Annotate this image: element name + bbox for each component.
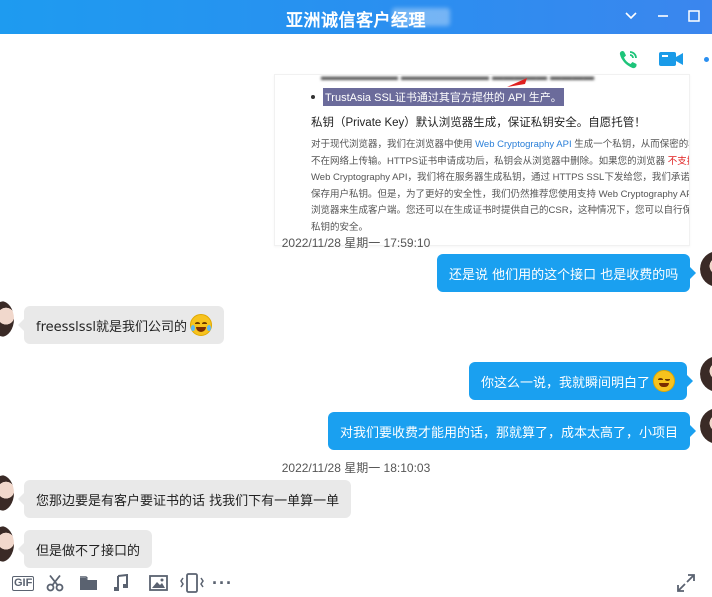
shared-screenshot-image[interactable]: ▬▬▬▬▬▬▬ ▬▬▬▬▬▬▬▬ ▬▬▬▬▬ ▬▬▬▬ TrustAsia SS… [274, 74, 690, 246]
music-note-icon[interactable] [113, 574, 129, 592]
more-label: ··· [212, 572, 233, 593]
message-bubble-incoming[interactable]: 但是做不了接口的 [17, 530, 153, 568]
message-text: 您那边要是有客户要证书的话 找我们下有一单算一单 [36, 493, 340, 509]
wink-emoji-icon [653, 370, 676, 392]
image-icon[interactable] [149, 574, 168, 592]
avatar[interactable] [0, 526, 14, 562]
scissors-icon[interactable] [46, 574, 64, 592]
window-title: 亚洲诚信客户经理 [286, 11, 426, 31]
timestamp: 2022/11/28 星期一 17:59:10 [281, 236, 431, 250]
avatar[interactable] [0, 475, 14, 511]
message-text: freesslssl就是我们公司的 [36, 319, 187, 335]
message-text: 还是说 他们用的这个接口 也是收费的吗 [449, 267, 679, 283]
message-text: 对我们要收费才能用的话，那就算了，成本太高了，小项目 [340, 425, 679, 441]
laughing-tears-emoji-icon [189, 314, 212, 336]
red-arrow-icon [507, 78, 527, 87]
gif-label: GIF [12, 575, 35, 591]
message-bubble-incoming[interactable]: 您那边要是有客户要证书的话 找我们下有一单算一单 [17, 480, 352, 518]
folder-icon[interactable] [79, 574, 98, 592]
para-link1: Web Cryptography API [475, 139, 572, 150]
chevron-down-icon[interactable] [621, 6, 641, 26]
bullet-line: TrustAsia SSL证书通过其官方提供的 API 生产。 [311, 88, 564, 106]
message-text: 你这么一说，我就瞬间明白了 [481, 375, 651, 391]
gif-icon[interactable]: GIF [12, 574, 35, 592]
para-part3: Web Cryptography API，我们将在服务器生成私钥，通过 HTTP… [311, 172, 690, 233]
avatar[interactable] [700, 408, 712, 444]
image-heading: 私钥（Private Key）默认浏览器生成，保证私钥安全。自愿托管！ [311, 117, 646, 129]
avatar[interactable] [0, 301, 14, 337]
para-red: 不支持 [667, 155, 689, 167]
timestamp: 2022/11/28 星期一 18:10:03 [281, 461, 431, 475]
redacted-name [392, 8, 450, 26]
chat-history[interactable]: ▬▬▬▬▬▬▬ ▬▬▬▬▬▬▬▬ ▬▬▬▬▬ ▬▬▬▬ TrustAsia SS… [0, 34, 712, 568]
message-bubble-incoming[interactable]: freesslssl就是我们公司的 [18, 306, 224, 344]
avatar[interactable] [700, 251, 712, 287]
maximize-icon[interactable] [684, 6, 704, 26]
para-part1: 对于现代浏览器，我们在浏览器中使用 [311, 139, 476, 150]
more-icon[interactable]: ··· [212, 572, 233, 593]
message-bubble-outgoing[interactable]: 你这么一说，我就瞬间明白了 [469, 362, 694, 400]
image-paragraph: 对于现代浏览器，我们在浏览器中使用 Web Cryptography API 生… [311, 137, 690, 236]
minimize-icon[interactable] [653, 6, 673, 26]
title-bar: 亚洲诚信客户经理 [0, 0, 712, 34]
expand-icon[interactable] [677, 574, 695, 592]
message-bubble-outgoing[interactable]: 还是说 他们用的这个接口 也是收费的吗 [437, 254, 697, 292]
cut-off-line: ▬▬▬▬▬▬▬ ▬▬▬▬▬▬▬▬ ▬▬▬▬▬ ▬▬▬▬ [321, 74, 595, 83]
avatar[interactable] [700, 356, 712, 392]
message-text: 但是做不了接口的 [36, 543, 141, 559]
vibrate-shake-icon[interactable] [180, 573, 204, 593]
message-bubble-outgoing[interactable]: 对我们要收费才能用的话，那就算了，成本太高了，小项目 [328, 412, 697, 450]
input-toolbar: GIF ··· [0, 568, 712, 597]
bullet-dot-icon [311, 95, 315, 99]
highlighted-text: TrustAsia SSL证书通过其官方提供的 API 生产。 [323, 88, 564, 106]
